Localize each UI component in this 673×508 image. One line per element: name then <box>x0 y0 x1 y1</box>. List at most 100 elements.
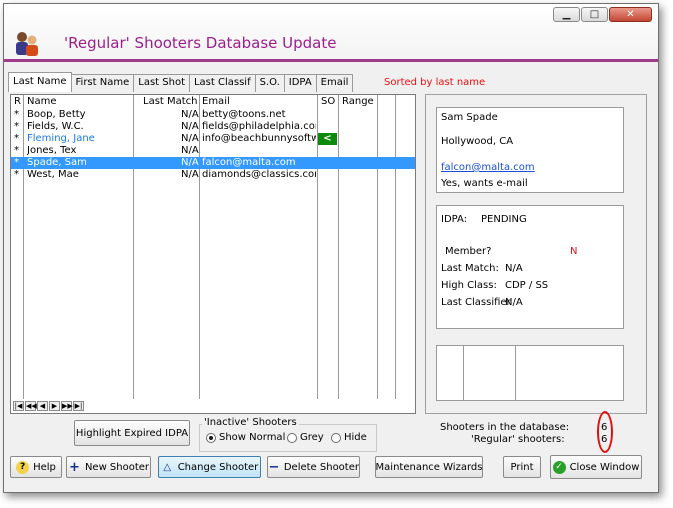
last-record-button[interactable]: ▶| <box>73 401 84 411</box>
member-value: N <box>570 246 578 257</box>
grid-header: R Name Last Match Email SO Range <box>11 95 415 109</box>
main-window: 'Regular' Shooters Database Update ▁ □ ✕… <box>3 3 659 493</box>
idpa-card: IDPA: PENDING Member? N Last Match: N/A … <box>436 205 624 329</box>
col-email[interactable]: Email <box>202 96 230 107</box>
new-shooter-label: New Shooter <box>84 461 150 473</box>
table-row[interactable]: * Jones, Tex N/A <box>11 145 415 157</box>
row-marker: * <box>14 145 19 156</box>
close-icon: ✕ <box>626 9 635 20</box>
radio-dot <box>287 432 297 443</box>
tab-so[interactable]: S.O. <box>254 74 285 92</box>
maintenance-wizards-button[interactable]: Maintenance Wizards <box>375 456 483 478</box>
sort-status: Sorted by last name <box>384 77 486 88</box>
contact-card: Sam Spade Hollywood, CA falcon@malta.com… <box>436 107 624 193</box>
table-row[interactable]: * West, Mae N/A diamonds@classics.com <box>11 169 415 181</box>
row-marker: * <box>14 157 19 168</box>
prev-page-button[interactable]: ◀◀ <box>25 401 37 411</box>
maximize-icon: □ <box>589 9 600 20</box>
row-marker: * <box>14 169 19 180</box>
maintenance-wizards-label: Maintenance Wizards <box>375 461 483 473</box>
shooter-name: Sam Spade <box>441 112 498 123</box>
close-window-button[interactable]: ✓ Close Window <box>550 455 642 479</box>
highlight-oval <box>597 411 613 453</box>
row-email: falcon@malta.com <box>202 157 296 168</box>
change-shooter-label: Change Shooter <box>177 461 259 473</box>
close-button[interactable]: ✕ <box>609 7 652 22</box>
table-row[interactable]: * Boop, Betty N/A betty@toons.net <box>11 109 415 121</box>
row-marker: * <box>14 133 19 144</box>
help-label: Help <box>33 461 56 473</box>
minimize-button[interactable]: ▁ <box>553 7 580 22</box>
shooter-email-link[interactable]: falcon@malta.com <box>441 162 535 173</box>
col-name[interactable]: Name <box>27 96 57 107</box>
maximize-button[interactable]: □ <box>581 7 608 22</box>
row-last-match: N/A <box>181 109 199 120</box>
row-email <box>202 145 316 157</box>
plus-icon: + <box>68 459 80 475</box>
next-record-button[interactable]: ▶ <box>49 401 60 411</box>
so-marker: < <box>318 133 337 145</box>
checkmark-icon: ✓ <box>552 460 566 474</box>
row-marker: * <box>14 121 19 132</box>
row-last-match: N/A <box>181 157 199 168</box>
idpa-value: PENDING <box>481 214 527 225</box>
table-row[interactable]: * Fields, W.C. N/A fields@philadelphia.c… <box>11 121 415 133</box>
change-shooter-button[interactable]: △ Change Shooter <box>158 456 261 478</box>
table-row[interactable]: * Fleming, Jane N/A info@beachbunnysoftw… <box>11 133 415 145</box>
tab-email[interactable]: Email <box>315 74 354 92</box>
prev-record-button[interactable]: ◀ <box>37 401 48 411</box>
radio-dot <box>206 432 216 443</box>
photo-slots <box>436 345 624 401</box>
record-navigator: |◀ ◀◀ ◀ ▶ ▶▶ ▶| <box>13 401 84 411</box>
triangle-icon: △ <box>163 461 172 473</box>
row-email: betty@toons.net <box>202 109 286 120</box>
radio-label: Show Normal <box>219 432 286 443</box>
row-last-match: N/A <box>181 145 199 156</box>
title-bar: 'Regular' Shooters Database Update ▁ □ ✕ <box>4 4 658 62</box>
last-classifier-label: Last Classifier <box>441 297 511 308</box>
delete-shooter-label: Delete Shooter <box>283 461 359 473</box>
col-range[interactable]: Range <box>342 96 374 107</box>
highlight-expired-idpa-label: Highlight Expired IDPA <box>75 427 189 439</box>
col-so[interactable]: SO <box>321 96 335 107</box>
radio-dot <box>331 432 341 443</box>
radio-hide[interactable]: Hide <box>331 432 367 443</box>
col-r[interactable]: R <box>14 96 21 107</box>
row-name: Boop, Betty <box>27 109 86 120</box>
shooters-grid[interactable]: R Name Last Match Email SO Range * Boop,… <box>10 94 416 414</box>
shooters-app-icon <box>16 32 38 56</box>
minimize-icon: ▁ <box>562 9 571 20</box>
window-controls: ▁ □ ✕ <box>553 7 652 22</box>
table-row-selected[interactable]: * Spade, Sam N/A falcon@malta.com <box>11 157 415 169</box>
email-preference: Yes, wants e-mail <box>441 178 528 189</box>
member-label: Member? <box>445 246 492 257</box>
minus-icon: − <box>268 459 280 475</box>
last-match-value: N/A <box>505 263 523 274</box>
next-page-button[interactable]: ▶▶ <box>61 401 73 411</box>
tab-first-name[interactable]: First Name <box>70 74 135 92</box>
detail-panel: Sam Spade Hollywood, CA falcon@malta.com… <box>425 94 647 414</box>
radio-show-normal[interactable]: Show Normal <box>206 432 285 443</box>
new-shooter-button[interactable]: + New Shooter <box>66 456 151 478</box>
radio-grey[interactable]: Grey <box>287 432 324 443</box>
print-button[interactable]: Print <box>503 456 541 478</box>
first-record-button[interactable]: |◀ <box>13 401 24 411</box>
sort-tabs: Last Name First Name Last Shot Last Clas… <box>8 72 354 92</box>
row-name: Jones, Tex <box>27 145 77 156</box>
highlight-expired-idpa-button[interactable]: Highlight Expired IDPA <box>74 420 190 446</box>
col-last-match[interactable]: Last Match <box>143 96 198 107</box>
tab-idpa[interactable]: IDPA <box>283 74 317 92</box>
tab-last-classif[interactable]: Last Classif <box>188 74 256 92</box>
delete-shooter-button[interactable]: − Delete Shooter <box>267 456 360 478</box>
shooter-city: Hollywood, CA <box>441 136 514 147</box>
slot-divider <box>463 346 464 400</box>
high-class-value: CDP / SS <box>505 280 549 291</box>
high-class-label: High Class: <box>441 280 497 291</box>
radio-label: Hide <box>344 432 367 443</box>
tab-last-shot[interactable]: Last Shot <box>133 74 190 92</box>
close-window-label: Close Window <box>569 461 640 473</box>
tab-last-name[interactable]: Last Name <box>8 72 72 92</box>
row-name: Fields, W.C. <box>27 121 84 132</box>
help-button[interactable]: ? Help <box>10 456 62 478</box>
slot-divider <box>515 346 516 400</box>
